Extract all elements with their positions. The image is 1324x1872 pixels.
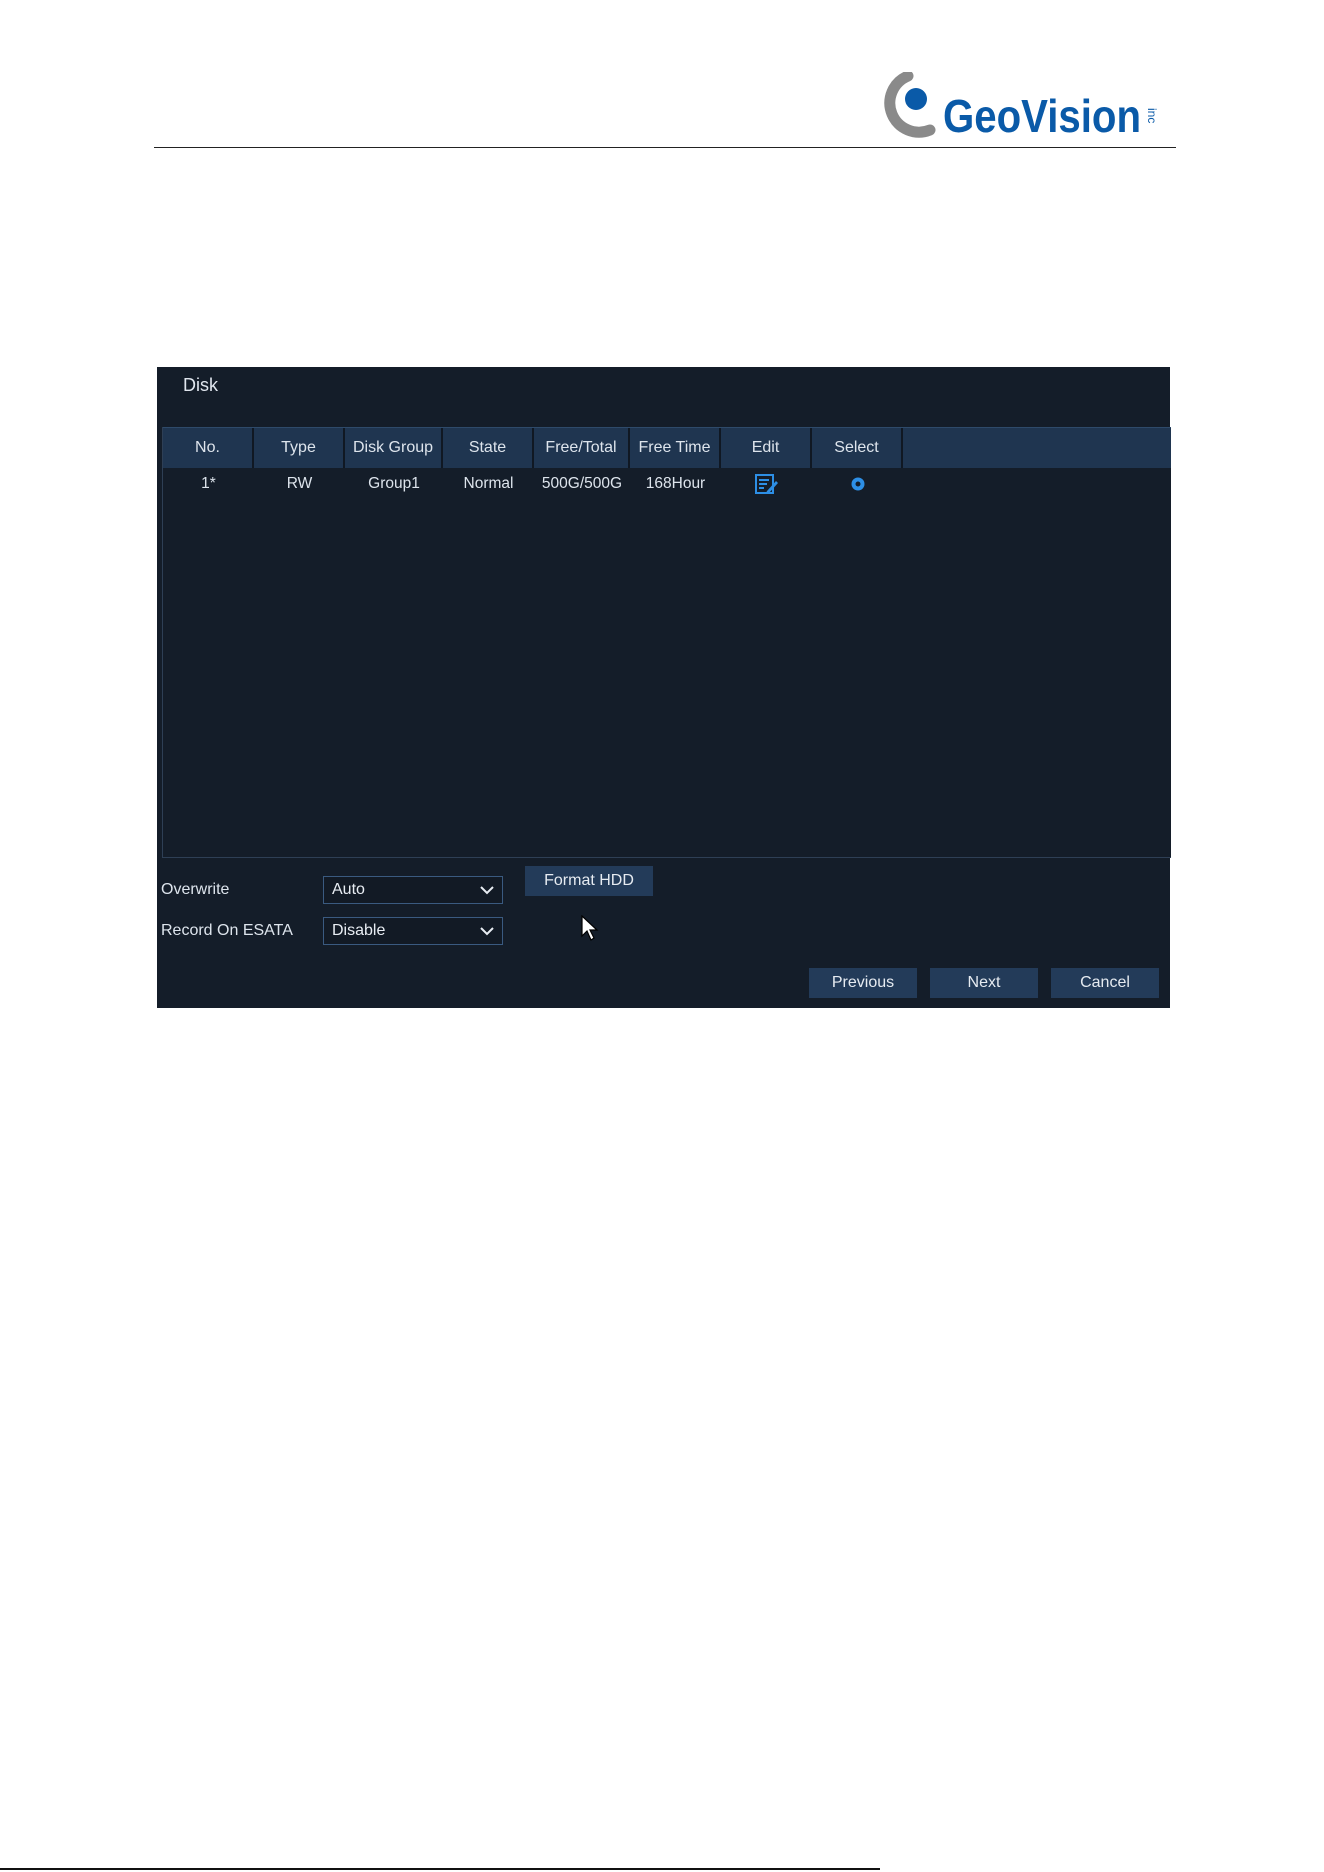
column-header-disk-group: Disk Group [345,428,443,468]
geovision-logo: GeoVision inc [878,72,1168,144]
overwrite-label: Overwrite [161,881,230,898]
select-radio[interactable] [812,467,903,501]
table-header: No. Type Disk Group State Free/Total Fre… [163,427,1171,468]
header-divider [154,147,1176,148]
table-row[interactable]: 1* RW Group1 Normal 500G/500G 168Hour [163,467,1171,501]
chevron-down-icon [480,886,494,895]
cell-state: Normal [463,475,514,492]
disk-table: No. Type Disk Group State Free/Total Fre… [162,427,1171,858]
svg-text:GeoVision: GeoVision [943,90,1141,142]
cell-disk-group: Group1 [368,475,420,492]
record-on-esata-select[interactable]: Disable [323,917,503,945]
column-header-free-time: Free Time [630,428,721,468]
cell-no: 1* [201,475,216,492]
record-on-esata-label: Record On ESATA [161,922,293,939]
format-hdd-button[interactable]: Format HDD [525,866,653,896]
record-on-esata-value: Disable [332,922,386,939]
cell-type: RW [286,475,313,492]
column-header-no: No. [163,428,254,468]
overwrite-select[interactable]: Auto [323,876,503,904]
radio-selected-icon[interactable] [850,476,866,492]
overwrite-value: Auto [332,881,365,898]
mouse-cursor-icon [581,915,599,941]
column-header-edit: Edit [721,428,812,468]
cell-free-time: 168Hour [645,475,706,492]
previous-button[interactable]: Previous [809,968,917,998]
column-header-free-total: Free/Total [534,428,630,468]
disk-screen: Disk No. Type Disk Group State Free/Tota… [157,367,1171,1008]
cell-free-total: 500G/500G [541,475,623,492]
screen-title: Disk [183,375,218,395]
column-header-state: State [443,428,534,468]
chevron-down-icon [480,927,494,936]
next-button[interactable]: Next [930,968,1038,998]
edit-button[interactable] [721,467,812,501]
column-header-select: Select [812,428,903,468]
svg-text:inc: inc [1145,108,1159,123]
cancel-button[interactable]: Cancel [1051,968,1159,998]
footer-divider [0,1868,880,1870]
column-header-type: Type [254,428,345,468]
edit-icon[interactable] [754,473,779,494]
